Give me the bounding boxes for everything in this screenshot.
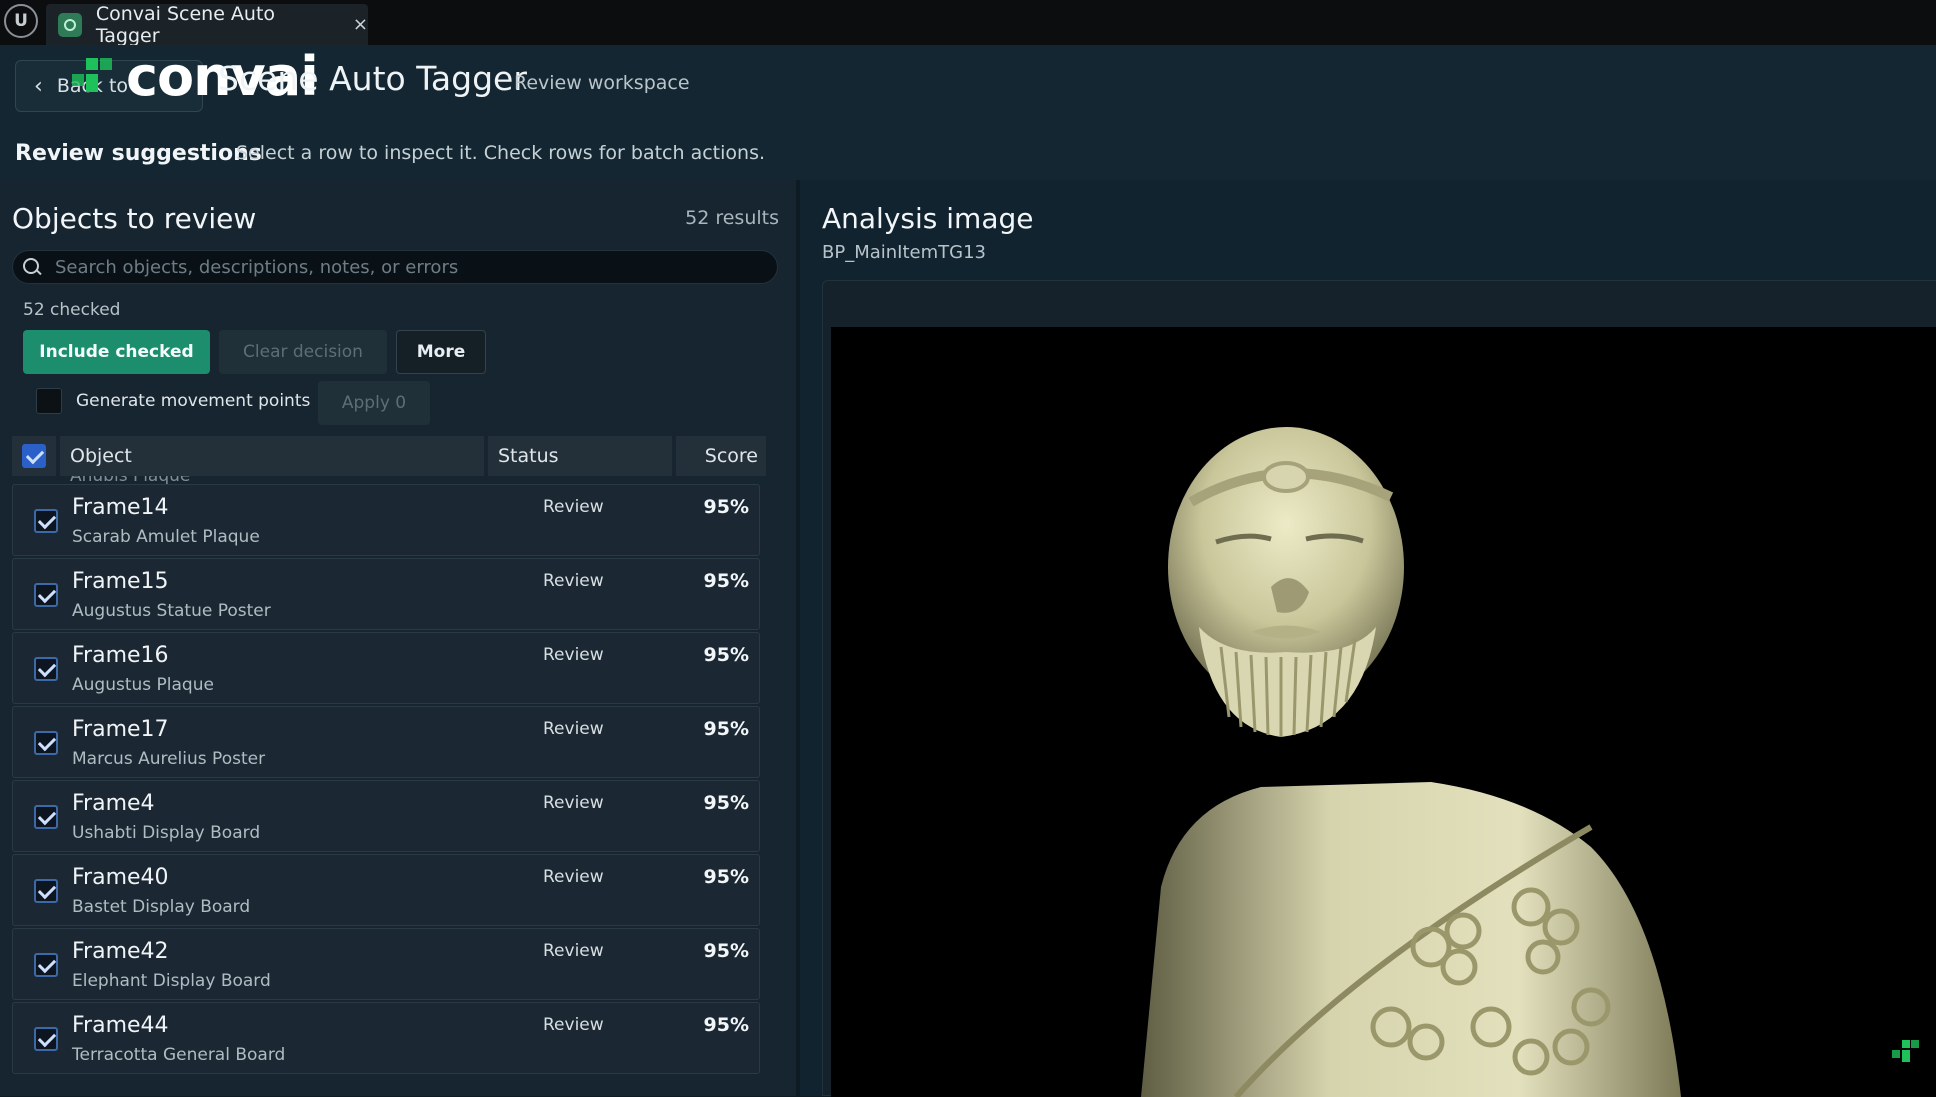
more-button[interactable]: More: [396, 330, 486, 374]
row-status: Review: [543, 793, 604, 813]
column-header-score[interactable]: Score: [676, 436, 766, 476]
row-object-description: Terracotta General Board: [72, 1045, 286, 1065]
table-row[interactable]: Frame15 Augustus Statue Poster Review 95…: [12, 558, 760, 630]
table-row[interactable]: Frame4 Ushabti Display Board Review 95%: [12, 780, 760, 852]
row-object-name: Frame15: [72, 569, 169, 594]
analysis-image[interactable]: [831, 327, 1936, 1097]
row-checkbox[interactable]: [34, 657, 58, 681]
row-status: Review: [543, 497, 604, 517]
row-status: Review: [543, 571, 604, 591]
include-checked-button[interactable]: Include checked: [23, 330, 210, 374]
row-object-description: Bastet Display Board: [72, 897, 251, 917]
row-object-description: Marcus Aurelius Poster: [72, 749, 266, 769]
row-score: 95%: [703, 496, 749, 518]
row-object-description: Augustus Plaque: [72, 675, 214, 695]
tab-convai-scene-auto-tagger[interactable]: Convai Scene Auto Tagger ×: [46, 2, 368, 47]
row-checkbox[interactable]: [34, 731, 58, 755]
search-input[interactable]: [55, 256, 755, 278]
generate-movement-points-toggle[interactable]: Generate movement points: [36, 388, 310, 414]
app-header: ‹ Back to ... convai Scene Auto Tagger R…: [0, 45, 1936, 180]
tab-bar: U Convai Scene Auto Tagger ×: [0, 0, 1936, 47]
row-status: Review: [543, 645, 604, 665]
row-object-description: Augustus Statue Poster: [72, 601, 271, 621]
row-score: 95%: [703, 644, 749, 666]
row-status: Review: [543, 1015, 604, 1035]
apply-button[interactable]: Apply 0: [318, 381, 430, 425]
analysis-title: Analysis image: [822, 202, 1034, 235]
column-header-object[interactable]: Object: [60, 436, 484, 476]
table-row[interactable]: Frame44 Terracotta General Board Review …: [12, 1002, 760, 1074]
generate-movement-points-label: Generate movement points: [76, 391, 311, 411]
row-score: 95%: [703, 940, 749, 962]
table-row[interactable]: Frame40 Bastet Display Board Review 95%: [12, 854, 760, 926]
row-object-description: Scarab Amulet Plaque: [72, 527, 260, 547]
row-status: Review: [543, 867, 604, 887]
select-all-checkbox[interactable]: [22, 444, 46, 468]
table-row[interactable]: Frame16 Augustus Plaque Review 95%: [12, 632, 760, 704]
analysis-panel: Analysis image BP_MainItemTG13: [796, 180, 1936, 1097]
objects-list[interactable]: Anubis Plaque Frame14 Scarab Amulet Plaq…: [12, 476, 778, 1096]
row-object-name: Frame44: [72, 1013, 169, 1038]
row-object-name: Frame17: [72, 717, 169, 742]
row-object-name: Frame16: [72, 643, 169, 668]
close-icon[interactable]: ×: [353, 14, 368, 35]
row-checkbox[interactable]: [34, 805, 58, 829]
analysis-image-frame: [822, 280, 1936, 1097]
objects-panel-title: Objects to review: [12, 202, 257, 235]
table-header: Object Status Score: [12, 436, 778, 476]
page-subtitle: Review workspace: [514, 72, 690, 94]
unreal-logo-glyph: U: [14, 11, 28, 31]
statue-bust-image: [831, 327, 1936, 1097]
chevron-left-icon: ‹: [34, 73, 43, 99]
row-score: 95%: [703, 1014, 749, 1036]
row-checkbox[interactable]: [34, 953, 58, 977]
analysis-object-id: BP_MainItemTG13: [822, 242, 986, 263]
row-score: 95%: [703, 866, 749, 888]
row-score: 95%: [703, 792, 749, 814]
row-object-name: Frame42: [72, 939, 169, 964]
clear-decision-button[interactable]: Clear decision: [219, 330, 387, 374]
page-title: Scene Auto Tagger: [218, 59, 527, 98]
row-object-name: Frame4: [72, 791, 155, 816]
review-hint: Select a row to inspect it. Check rows f…: [236, 142, 766, 164]
convai-watermark-icon: [1892, 1040, 1920, 1068]
row-status: Review: [543, 719, 604, 739]
row-object-description: Elephant Display Board: [72, 971, 271, 991]
generate-movement-points-checkbox[interactable]: [36, 388, 62, 414]
row-checkbox[interactable]: [34, 509, 58, 533]
unreal-logo-icon[interactable]: U: [4, 4, 38, 38]
table-row[interactable]: Frame42 Elephant Display Board Review 95…: [12, 928, 760, 1000]
review-section-title: Review suggestions: [15, 141, 262, 166]
convai-logo-mark-icon: [72, 54, 120, 98]
row-checkbox[interactable]: [34, 879, 58, 903]
row-object-description: Ushabti Display Board: [72, 823, 261, 843]
row-checkbox[interactable]: [34, 1027, 58, 1051]
row-checkbox[interactable]: [34, 583, 58, 607]
checked-count: 52 checked: [23, 300, 121, 320]
row-status: Review: [543, 941, 604, 961]
row-score: 95%: [703, 570, 749, 592]
search-box: [12, 250, 778, 284]
row-object-name: Frame40: [72, 865, 169, 890]
plugin-tab-icon: [58, 12, 82, 37]
result-count: 52 results: [685, 207, 779, 229]
table-row[interactable]: Frame14 Scarab Amulet Plaque Review 95%: [12, 484, 760, 556]
column-header-status[interactable]: Status: [488, 436, 672, 476]
select-all-cell: [12, 436, 56, 476]
table-row[interactable]: Frame17 Marcus Aurelius Poster Review 95…: [12, 706, 760, 778]
row-object-name: Frame14: [72, 495, 169, 520]
objects-panel: Objects to review 52 results 52 checked …: [0, 180, 796, 1096]
row-score: 95%: [703, 718, 749, 740]
search-icon: [23, 258, 41, 276]
tab-label: Convai Scene Auto Tagger: [95, 2, 276, 47]
